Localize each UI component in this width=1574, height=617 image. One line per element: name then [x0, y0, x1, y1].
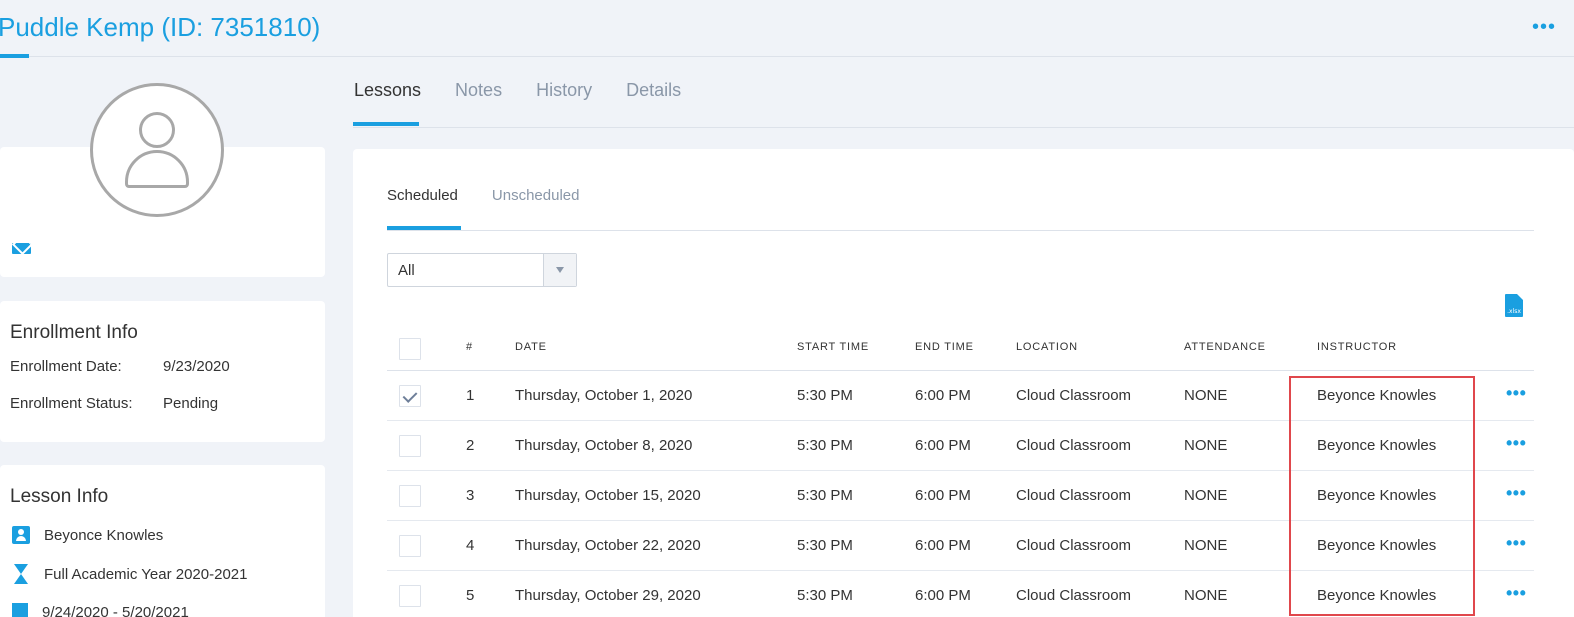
active-tab-indicator [353, 122, 419, 126]
user-avatar-icon [90, 83, 224, 217]
row-attendance: NONE [1184, 487, 1228, 504]
row-more-icon[interactable]: ••• [1506, 434, 1526, 452]
row-number: 3 [466, 487, 475, 504]
row-start-time: 5:30 PM [797, 537, 853, 554]
row-number: 2 [466, 437, 475, 454]
tab-lessons[interactable]: Lessons [354, 80, 421, 115]
row-more-icon[interactable]: ••• [1506, 484, 1526, 502]
column-header-instructor[interactable]: INSTRUCTOR [1317, 341, 1397, 353]
row-more-icon[interactable]: ••• [1506, 534, 1526, 552]
row-end-time: 6:00 PM [915, 437, 971, 454]
row-end-time: 6:00 PM [915, 387, 971, 404]
row-checkbox[interactable] [399, 435, 421, 457]
page-header: Puddle Kemp (ID: 7351810) ••• [0, 0, 1574, 58]
column-header-number: # [466, 341, 473, 353]
row-location: Cloud Classroom [1016, 587, 1132, 604]
row-attendance: NONE [1184, 587, 1228, 604]
column-header-start-time[interactable]: START TIME [797, 341, 869, 353]
page-title: Puddle Kemp (ID: 7351810) [0, 12, 321, 42]
row-location: Cloud Classroom [1016, 387, 1132, 404]
column-header-location[interactable]: LOCATION [1016, 341, 1078, 353]
column-header-end-time[interactable]: END TIME [915, 341, 974, 353]
row-start-time: 5:30 PM [797, 387, 853, 404]
row-checkbox[interactable] [399, 385, 421, 407]
row-checkbox[interactable] [399, 485, 421, 507]
row-checkbox[interactable] [399, 535, 421, 557]
row-date: Thursday, October 22, 2020 [515, 537, 701, 554]
row-location: Cloud Classroom [1016, 487, 1132, 504]
sub-tabs: Scheduled Unscheduled [387, 187, 613, 204]
select-all-checkbox[interactable] [399, 338, 421, 360]
row-number: 5 [466, 587, 475, 604]
row-location: Cloud Classroom [1016, 537, 1132, 554]
tab-unscheduled[interactable]: Unscheduled [492, 187, 580, 204]
envelope-icon[interactable] [12, 243, 31, 254]
row-end-time: 6:00 PM [915, 537, 971, 554]
calendar-icon [12, 603, 28, 617]
enrollment-status-label: Enrollment Status: [10, 395, 133, 412]
row-start-time: 5:30 PM [797, 437, 853, 454]
subtabs-divider [387, 230, 1534, 231]
row-start-time: 5:30 PM [797, 487, 853, 504]
header-more-icon[interactable]: ••• [1532, 17, 1556, 37]
lesson-date-range: 9/24/2020 - 5/20/2021 [42, 603, 189, 617]
row-date: Thursday, October 15, 2020 [515, 487, 701, 504]
row-location: Cloud Classroom [1016, 437, 1132, 454]
row-more-icon[interactable]: ••• [1506, 584, 1526, 602]
lesson-term: Full Academic Year 2020-2021 [44, 565, 248, 583]
row-attendance: NONE [1184, 437, 1228, 454]
filter-select-value: All [398, 262, 415, 279]
tab-history[interactable]: History [536, 80, 592, 115]
person-icon [12, 526, 30, 544]
avatar-head [139, 112, 175, 148]
lesson-info-card: Lesson Info Beyonce Knowles Full Academi… [0, 465, 325, 617]
row-attendance: NONE [1184, 537, 1228, 554]
tab-notes[interactable]: Notes [455, 80, 502, 115]
row-end-time: 6:00 PM [915, 587, 971, 604]
lesson-info-heading: Lesson Info [10, 486, 109, 507]
lesson-dates-row: 9/24/2020 - 5/20/2021 [12, 602, 189, 617]
column-header-attendance[interactable]: ATTENDANCE [1184, 341, 1266, 353]
main-tabs: Lessons Notes History Details [354, 80, 715, 115]
row-end-time: 6:00 PM [915, 487, 971, 504]
title-underline [0, 54, 29, 58]
enrollment-date-label: Enrollment Date: [10, 358, 122, 375]
row-start-time: 5:30 PM [797, 587, 853, 604]
enrollment-info-card: Enrollment Info Enrollment Date: 9/23/20… [0, 301, 325, 442]
enrollment-date-value: 9/23/2020 [163, 358, 230, 375]
row-date: Thursday, October 1, 2020 [515, 387, 693, 404]
chevron-down-icon[interactable] [543, 254, 576, 286]
instructor-highlight-box [1289, 376, 1475, 616]
lesson-instructor-row: Beyonce Knowles [12, 525, 163, 545]
row-date: Thursday, October 8, 2020 [515, 437, 693, 454]
row-number: 4 [466, 537, 475, 554]
lesson-term-row: Full Academic Year 2020-2021 [12, 564, 247, 584]
row-date: Thursday, October 29, 2020 [515, 587, 701, 604]
tab-scheduled[interactable]: Scheduled [387, 187, 458, 204]
avatar-body [125, 150, 189, 188]
enrollment-status-value: Pending [163, 395, 219, 412]
lesson-instructor: Beyonce Knowles [44, 526, 164, 544]
row-number: 1 [466, 387, 475, 404]
tab-details[interactable]: Details [626, 80, 681, 115]
hourglass-icon [12, 564, 30, 584]
filter-select[interactable]: All [387, 253, 577, 287]
row-checkbox[interactable] [399, 585, 421, 607]
xlsx-icon-label: .xlsx [1507, 308, 1521, 315]
column-header-date[interactable]: DATE [515, 341, 547, 353]
enrollment-info-heading: Enrollment Info [10, 322, 138, 343]
export-xlsx-icon[interactable]: .xlsx [1505, 294, 1523, 317]
row-more-icon[interactable]: ••• [1506, 384, 1526, 402]
row-attendance: NONE [1184, 387, 1228, 404]
tabs-divider [353, 127, 1574, 128]
